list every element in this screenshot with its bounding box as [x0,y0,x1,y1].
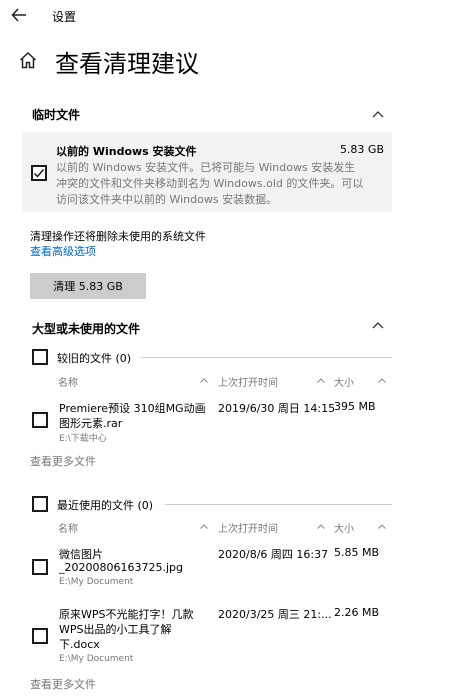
divider [165,504,392,505]
column-header-last-opened: 上次打开时间 [218,378,278,389]
see-more-files-link[interactable]: 查看更多文件 [30,676,96,692]
large-files-heading: 大型或未使用的文件 [32,322,141,336]
sort-chevron-icon[interactable] [317,524,325,529]
sort-chevron-icon[interactable] [317,378,325,383]
file-name-line: _20200806163725.jpg [59,561,183,574]
recent-files-label: 最近使用的文件 (0) [57,499,154,512]
file-date: 2019/6/30 周日 14:15 [218,402,336,415]
cleanup-button-label: 清理 5.83 GB [53,280,123,293]
sort-chevron-icon[interactable] [378,378,386,383]
file-date: 2020/3/25 周三 21:... [218,608,332,621]
column-header-size: 大小 [334,378,354,389]
file-name-line: 下.docx [59,638,100,651]
home-icon[interactable] [19,51,37,69]
file-checkbox[interactable] [32,412,48,428]
column-header-size: 大小 [334,524,354,535]
file-date: 2020/8/6 周四 16:37 [218,548,329,561]
back-arrow-icon[interactable] [11,8,27,22]
page-title: 查看清理建议 [55,50,199,78]
file-checkbox[interactable] [32,559,48,575]
see-more-files-link[interactable]: 查看更多文件 [30,453,96,469]
file-checkbox[interactable] [32,628,48,644]
file-row[interactable]: Premiere预设 310组MG动画 图形元素.rar E:\下载中心 201… [30,396,392,446]
windows-old-size: 5.83 GB [339,143,384,156]
sort-chevron-icon[interactable] [200,524,208,529]
windows-old-name: 以前的 Windows 安装文件 [56,145,197,158]
file-name-line: 图形元素.rar [59,417,123,430]
windows-old-item[interactable]: 以前的 Windows 安装文件 5.83 GB 以前的 Windows 安装文… [22,132,392,212]
checkmark-icon [34,169,45,178]
cleanup-button[interactable]: 清理 5.83 GB [30,273,146,299]
file-name-line: Premiere预设 310组MG动画 [59,402,206,415]
file-size: 395 MB [334,400,376,413]
column-header-name: 名称 [58,524,78,535]
file-path: E:\My Document [59,654,134,664]
sort-chevron-icon[interactable] [200,378,208,383]
file-path: E:\下载中心 [59,434,107,444]
windows-old-desc-line: 访问该文件夹中以前的 Windows 安装数据。 [56,193,278,206]
advanced-options-link[interactable]: 查看高级选项 [30,243,96,259]
file-path: E:\My Document [59,577,134,587]
recent-files-checkbox[interactable] [32,496,48,512]
older-files-checkbox[interactable] [32,349,48,365]
windows-old-desc-line: 冲突的文件和文件夹移动到名为 Windows.old 的文件夹。可以 [56,177,364,190]
file-size: 2.26 MB [334,606,380,619]
window-title: 设置 [52,10,77,24]
collapse-chevron-icon[interactable] [372,110,384,118]
cleanup-note: 清理操作还将删除未使用的系统文件 [30,230,206,243]
temp-files-heading: 临时文件 [32,108,81,122]
file-row[interactable]: 微信图片 _20200806163725.jpg E:\My Document … [30,542,392,592]
windows-old-desc-line: 以前的 Windows 安装文件。已将可能与 Windows 安装发生 [56,161,356,174]
older-files-label: 较旧的文件 (0) [57,352,132,365]
collapse-chevron-icon[interactable] [372,321,384,329]
column-header-last-opened: 上次打开时间 [218,524,278,535]
file-row[interactable]: 原来WPS不光能打字！几款 WPS出品的小工具了解 下.docx E:\My D… [30,604,392,668]
sort-chevron-icon[interactable] [378,524,386,529]
column-header-name: 名称 [58,378,78,389]
file-size: 5.85 MB [334,546,380,559]
file-name-line: 原来WPS不光能打字！几款 [59,608,194,621]
file-name-line: 微信图片 [59,548,103,561]
file-name-line: WPS出品的小工具了解 [59,623,172,636]
windows-old-checkbox[interactable] [31,165,47,181]
divider [141,357,392,358]
